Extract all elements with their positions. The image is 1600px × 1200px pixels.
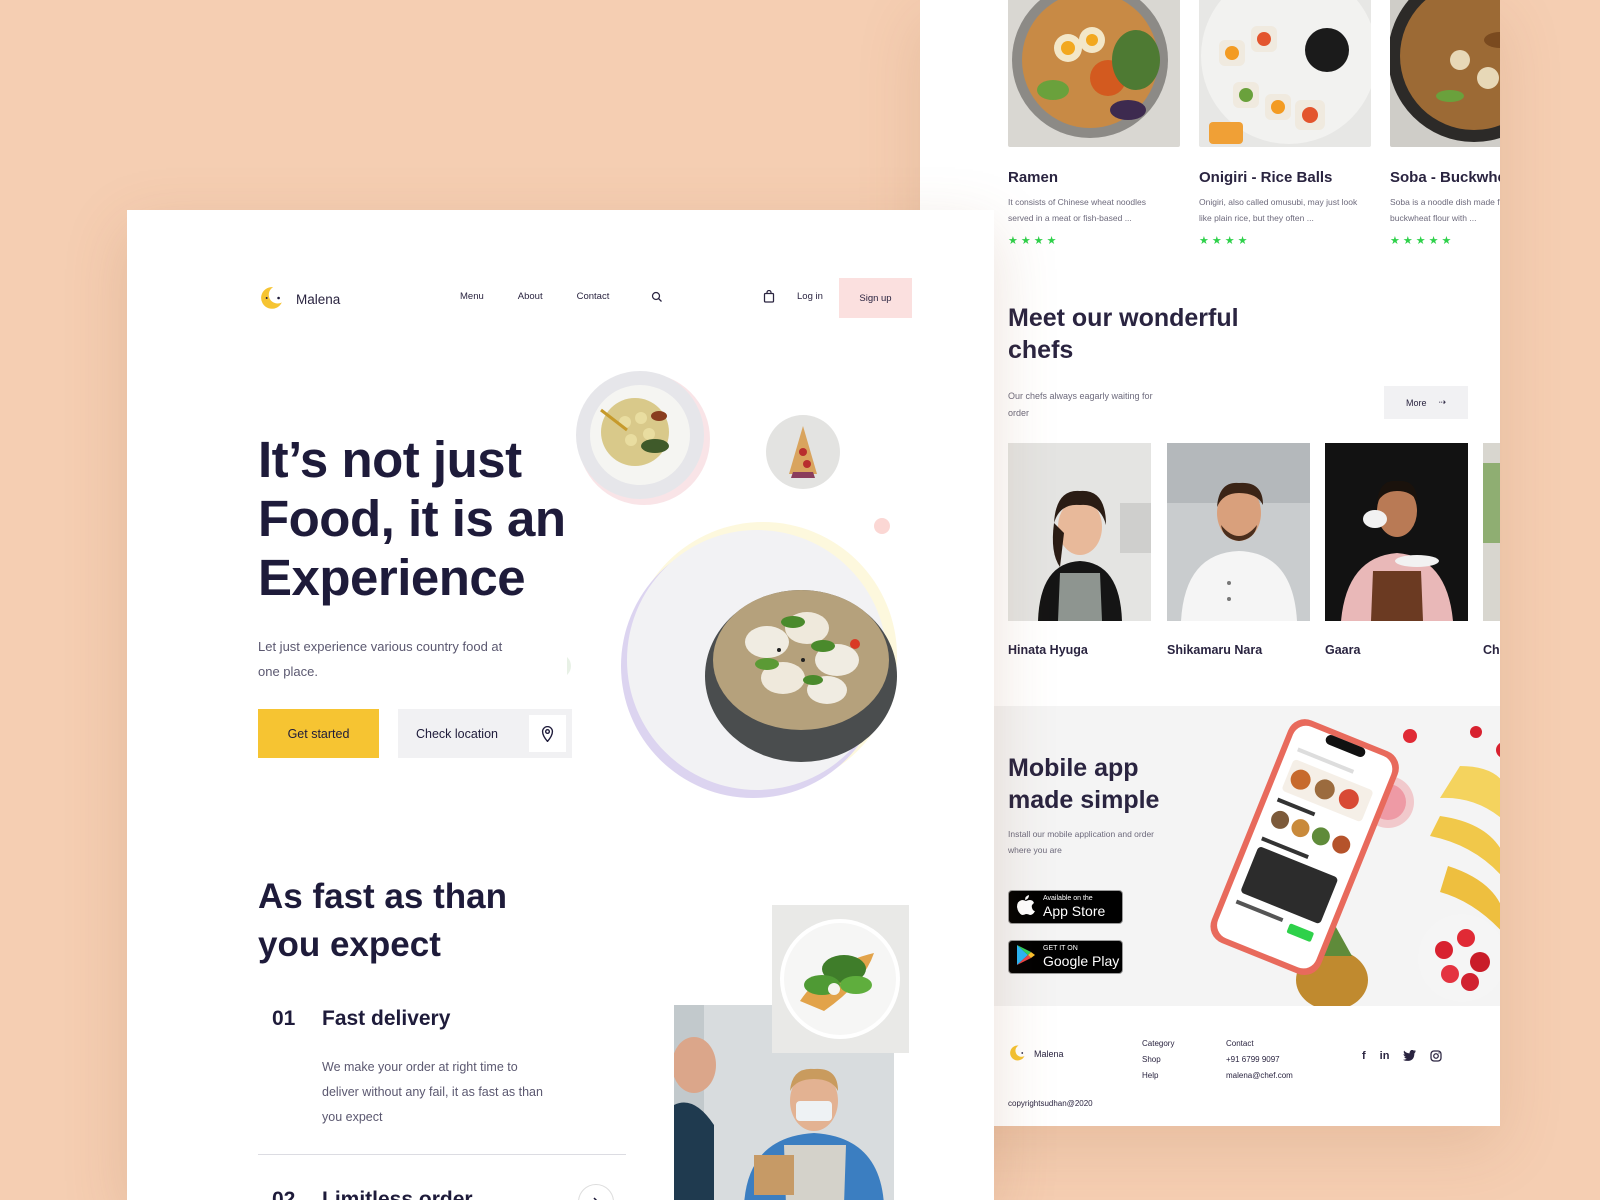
- chef-card[interactable]: Ch: [1483, 443, 1500, 657]
- twitter-icon[interactable]: [1403, 1049, 1417, 1065]
- contact-phone: +91 6799 9097: [1226, 1055, 1280, 1064]
- chef-name: Ch: [1483, 643, 1500, 657]
- rating-stars: ★★★★★: [1390, 235, 1455, 247]
- appstore-big-label: App Store: [1043, 903, 1106, 919]
- hero-title: It’s not just Food, it is an Experience: [258, 431, 566, 606]
- app-store-badge[interactable]: Available on the App Store: [1008, 890, 1123, 924]
- hero-subtitle: Let just experience various country food…: [258, 639, 503, 679]
- dish-card[interactable]: Onigiri - Rice Balls Onigiri, also calle…: [1199, 0, 1371, 247]
- signup-button[interactable]: Sign up: [839, 278, 912, 318]
- social-links: f in: [1362, 1049, 1443, 1065]
- chef-card[interactable]: Hinata Hyuga: [1008, 443, 1151, 657]
- footer-link-shop[interactable]: Shop: [1142, 1052, 1174, 1068]
- fast-section-title: As fast as than you expect: [258, 877, 507, 964]
- footer-links: Category Shop Help: [1142, 1036, 1174, 1084]
- delivery-images: [674, 905, 909, 1200]
- nav-link-contact[interactable]: Contact: [577, 291, 610, 302]
- rating-stars: ★★★★: [1199, 235, 1251, 247]
- appstore-small-label: Available on the: [1043, 895, 1093, 902]
- check-location-button[interactable]: Check location: [398, 709, 572, 758]
- onigiri-image: [1199, 0, 1371, 147]
- contact-label: Contact: [1226, 1039, 1254, 1048]
- nav-link-menu[interactable]: Menu: [460, 291, 484, 302]
- ramen-image: [1008, 0, 1180, 147]
- dish-card[interactable]: Soba - Buckwheat Soba is a noodle dish m…: [1390, 0, 1500, 247]
- googleplay-big-label: Google Play: [1043, 953, 1120, 969]
- instagram-icon[interactable]: [1430, 1050, 1443, 1065]
- dish-description: Onigiri, also called omusubi, may just l…: [1199, 197, 1358, 223]
- brand-name: Malena: [296, 292, 341, 307]
- dish-description: Soba is a noodle dish made from buckwhea…: [1390, 197, 1500, 223]
- dish-title: Soba - Buckwheat: [1390, 169, 1500, 186]
- linkedin-icon[interactable]: in: [1380, 1050, 1390, 1065]
- dish-title: Onigiri - Rice Balls: [1199, 169, 1333, 186]
- google-play-icon: [1017, 944, 1035, 970]
- chef-name: Shikamaru Nara: [1167, 643, 1263, 657]
- footer-brand-name: Malena: [1034, 1049, 1064, 1059]
- googleplay-small-label: GET IT ON: [1043, 945, 1078, 952]
- soba-image: [1390, 0, 1500, 147]
- chef-name: Gaara: [1325, 643, 1361, 657]
- brand-logo[interactable]: Malena: [258, 285, 340, 314]
- login-link[interactable]: Log in: [797, 291, 823, 302]
- arrow-right-icon: ⇢: [1438, 397, 1447, 407]
- chevron-right-icon[interactable]: [578, 1184, 614, 1200]
- check-location-label: Check location: [416, 726, 498, 741]
- footer-logo[interactable]: Malena: [1008, 1044, 1064, 1064]
- google-play-badge[interactable]: GET IT ON Google Play: [1008, 940, 1123, 974]
- secondary-page: Ramen It consists of Chinese wheat noodl…: [920, 0, 1500, 1126]
- feature-title: Limitless order: [322, 1188, 473, 1200]
- moon-logo-icon: [258, 285, 284, 314]
- dish-title: Ramen: [1008, 169, 1059, 186]
- main-nav: Menu About Contact: [460, 291, 609, 302]
- chef-photo: [1008, 443, 1151, 621]
- dish-cards: Ramen It consists of Chinese wheat noodl…: [1008, 0, 1500, 260]
- get-started-button[interactable]: Get started: [258, 709, 379, 758]
- more-chefs-button[interactable]: More ⇢: [1384, 386, 1468, 419]
- chef-photo: [1483, 443, 1500, 621]
- more-label: More: [1405, 397, 1427, 408]
- chef-name: Hinata Hyuga: [1008, 643, 1088, 657]
- dish-description: It consists of Chinese wheat noodles ser…: [1008, 197, 1146, 223]
- location-pin-icon: [529, 715, 566, 752]
- facebook-icon[interactable]: f: [1362, 1050, 1366, 1065]
- hero-food-images: [567, 371, 897, 798]
- chefs-section-subtitle: Our chefs always eagarly waiting for ord…: [1008, 391, 1153, 418]
- copyright-text: copyrightsudhan@2020: [1008, 1099, 1093, 1108]
- chef-card[interactable]: Shikamaru Nara: [1167, 443, 1310, 657]
- footer-link-help[interactable]: Help: [1142, 1068, 1174, 1084]
- apple-icon: [1017, 894, 1035, 920]
- shopping-bag-icon[interactable]: [763, 289, 775, 308]
- search-icon[interactable]: [651, 290, 663, 308]
- feature-number: 01: [272, 1007, 296, 1030]
- feature-divider: [258, 1154, 626, 1155]
- app-section-subtitle: Install our mobile application and order…: [1008, 829, 1155, 855]
- chef-card[interactable]: Gaara: [1325, 443, 1468, 657]
- feature-title: Fast delivery: [322, 1007, 451, 1030]
- app-section-title: Mobile app made simple: [1008, 754, 1160, 814]
- chef-photo: [1167, 443, 1310, 621]
- feature-description: We make your order at right time to deli…: [322, 1060, 543, 1124]
- chefs-section-title: Meet our wonderful chefs: [1008, 304, 1239, 364]
- contact-email[interactable]: malena@chef.com: [1226, 1068, 1293, 1084]
- mobile-app-section: Mobile app made simple Install our mobil…: [920, 706, 1500, 1006]
- footer-contact: Contact +91 6799 9097 malena@chef.com: [1226, 1036, 1293, 1084]
- moon-logo-icon: [1008, 1044, 1026, 1064]
- nav-link-about[interactable]: About: [518, 291, 543, 302]
- feature-number: 02: [272, 1188, 296, 1200]
- dish-card[interactable]: Ramen It consists of Chinese wheat noodl…: [1008, 0, 1180, 247]
- rating-stars: ★★★★: [1008, 235, 1060, 247]
- chef-photo: [1325, 443, 1468, 621]
- footer-link-category[interactable]: Category: [1142, 1036, 1174, 1052]
- main-page: Malena Menu About Contact Log in Sign up…: [127, 210, 994, 1200]
